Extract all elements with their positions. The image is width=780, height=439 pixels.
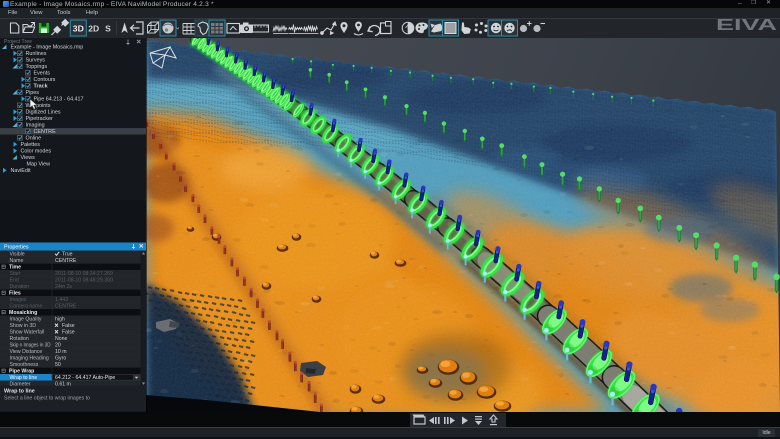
svg-text:Select a line object to wrap i: Select a line object to wrap images to bbox=[4, 396, 90, 402]
svg-text:Imaging Heading: Imaging Heading bbox=[10, 355, 49, 361]
svg-text:Waypoints: Waypoints bbox=[26, 103, 51, 109]
svg-text:Image Quality: Image Quality bbox=[10, 316, 42, 322]
svg-text:64.212 - 64.417 Auto-Pipe: 64.212 - 64.417 Auto-Pipe bbox=[55, 375, 115, 381]
svg-text:True: True bbox=[62, 251, 73, 257]
svg-text:2D: 2D bbox=[88, 24, 99, 34]
svg-text:NaviEdit: NaviEdit bbox=[11, 168, 32, 174]
svg-text:Toppings: Toppings bbox=[26, 64, 48, 70]
svg-text:Online: Online bbox=[26, 136, 42, 142]
svg-text:Files: Files bbox=[9, 290, 21, 296]
svg-text:EIVA: EIVA bbox=[716, 17, 777, 32]
svg-text:CENTRE: CENTRE bbox=[55, 303, 77, 309]
svg-text:Contours: Contours bbox=[34, 77, 56, 83]
svg-text:S: S bbox=[105, 24, 111, 34]
svg-text:Events: Events bbox=[34, 71, 51, 77]
svg-text:Show Waterfall: Show Waterfall bbox=[10, 329, 45, 335]
svg-text:2011-08-10 08:24:27.269: 2011-08-10 08:24:27.269 bbox=[55, 271, 113, 277]
svg-text:24m 2s: 24m 2s bbox=[55, 284, 72, 290]
svg-text:Pipes: Pipes bbox=[26, 90, 40, 96]
svg-text:Runlines: Runlines bbox=[26, 51, 47, 57]
svg-text:Visible: Visible bbox=[10, 251, 25, 257]
svg-text:20: 20 bbox=[55, 342, 61, 348]
svg-text:False: False bbox=[62, 329, 75, 335]
svg-text:50: 50 bbox=[55, 362, 61, 368]
svg-text:Smoothness: Smoothness bbox=[10, 362, 39, 368]
svg-text:Views: Views bbox=[21, 155, 36, 161]
svg-text:End: End bbox=[10, 277, 19, 283]
svg-text:Time: Time bbox=[9, 264, 21, 270]
svg-text:1,443: 1,443 bbox=[55, 297, 68, 303]
svg-text:3D: 3D bbox=[73, 24, 84, 34]
svg-text:10 m: 10 m bbox=[55, 349, 67, 355]
svg-text:Color modes: Color modes bbox=[21, 149, 52, 155]
svg-text:False: False bbox=[62, 323, 75, 329]
svg-text:high: high bbox=[55, 316, 65, 322]
svg-text:Pipe 64.213 - 64.417: Pipe 64.213 - 64.417 bbox=[34, 97, 84, 103]
svg-text:Imaging: Imaging bbox=[26, 123, 45, 129]
svg-text:Start: Start bbox=[10, 271, 22, 277]
svg-text:Wrap to line: Wrap to line bbox=[10, 375, 38, 381]
svg-text:Digitized Lines: Digitized Lines bbox=[26, 110, 61, 116]
svg-text:2011-08-10 08:48:29.300: 2011-08-10 08:48:29.300 bbox=[55, 277, 113, 283]
svg-text:Pipe Wrap: Pipe Wrap bbox=[9, 368, 34, 374]
svg-text:Pipetracker: Pipetracker bbox=[26, 116, 53, 122]
svg-text:Images: Images bbox=[10, 297, 27, 303]
svg-text:Palettes: Palettes bbox=[21, 142, 41, 148]
svg-text:Wrap to line: Wrap to line bbox=[4, 389, 35, 395]
svg-text:Show in 3D: Show in 3D bbox=[10, 323, 37, 329]
svg-text:Name: Name bbox=[10, 258, 24, 264]
svg-text:None: None bbox=[55, 336, 68, 342]
svg-text:Surveys: Surveys bbox=[26, 58, 46, 64]
svg-text:Skip n Images in 3D: Skip n Images in 3D bbox=[10, 342, 51, 348]
svg-text:CENTRE: CENTRE bbox=[55, 258, 77, 264]
svg-text:Camera name: Camera name bbox=[10, 303, 43, 309]
svg-text:Map View: Map View bbox=[27, 162, 51, 168]
svg-text:Properties: Properties bbox=[4, 245, 29, 251]
svg-text:View Distance: View Distance bbox=[10, 349, 43, 355]
svg-text:Example - Image Mosaics.rmp: Example - Image Mosaics.rmp bbox=[11, 45, 84, 51]
svg-text:Track: Track bbox=[34, 84, 48, 90]
svg-text:CENTRE: CENTRE bbox=[34, 129, 57, 135]
svg-text:Gyro: Gyro bbox=[55, 355, 66, 361]
svg-text:Mosaicking: Mosaicking bbox=[9, 310, 37, 316]
svg-text:Rotation: Rotation bbox=[10, 336, 29, 342]
svg-text:Duration: Duration bbox=[10, 284, 30, 290]
